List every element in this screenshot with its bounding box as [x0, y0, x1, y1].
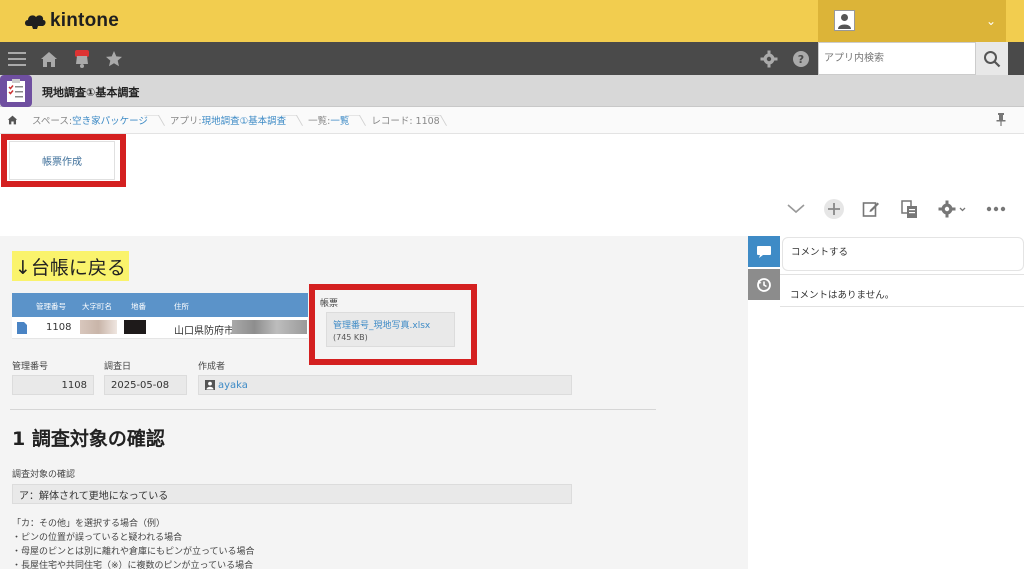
user-icon: [205, 380, 215, 390]
gear-icon[interactable]: [757, 47, 781, 71]
redacted-town: [80, 320, 117, 334]
user-menu[interactable]: ⌄: [818, 0, 1006, 42]
comment-input[interactable]: コメントする: [782, 237, 1024, 271]
star-icon[interactable]: [102, 47, 126, 71]
app-search-field[interactable]: [818, 42, 976, 75]
breadcrumb-record: レコード: 1108: [363, 107, 443, 134]
related-records-table: 管理番号 大字町名 地番 住所 1108 山口県防府市: [12, 293, 308, 339]
record-detail-icon[interactable]: [17, 322, 27, 337]
search-icon: [984, 50, 1001, 67]
back-to-ledger-label: ↓台帳に戻る: [12, 251, 129, 281]
more-icon[interactable]: [985, 198, 1007, 220]
table-row[interactable]: 1108 山口県防府市: [12, 317, 308, 339]
section-divider: [10, 409, 656, 410]
breadcrumb-app-link[interactable]: 現地調査①基本調査: [202, 113, 287, 127]
home-icon[interactable]: [37, 47, 61, 71]
search-button[interactable]: [976, 42, 1008, 75]
column-header-address: 住所: [174, 302, 189, 311]
comment-input-placeholder: コメントする: [791, 247, 849, 258]
history-tab[interactable]: [748, 269, 780, 300]
breadcrumb: スペース: 空き家パッケージ アプリ: 現地調査①基本調査 一覧: 一覧 レコー…: [0, 107, 1024, 134]
id-field-label: 管理番号: [12, 362, 49, 372]
breadcrumb-space-prefix: スペース:: [32, 116, 73, 127]
author-link[interactable]: ayaka: [218, 380, 248, 391]
app-header: 現地調査①基本調査: [0, 75, 1024, 107]
breadcrumb-space: スペース: 空き家パッケージ: [24, 107, 162, 134]
chevron-down-icon[interactable]: [785, 198, 807, 220]
related-records-header: 管理番号 大字町名 地番 住所: [12, 293, 308, 317]
edit-icon[interactable]: [860, 198, 882, 220]
column-header-id: 管理番号: [36, 302, 66, 311]
comment-panel: コメントする コメントはありません。: [780, 236, 1024, 569]
kintone-cloud-icon: [25, 15, 46, 29]
date-field-label: 調査日: [104, 362, 132, 372]
comment-icon: [757, 245, 771, 258]
gear-icon[interactable]: [936, 198, 970, 220]
section-title: 1 調査対象の確認: [12, 428, 165, 450]
copy-icon[interactable]: [898, 198, 920, 220]
menu-icon[interactable]: [5, 47, 29, 71]
target-field-label: 調査対象の確認: [12, 470, 76, 480]
breadcrumb-app-prefix: アプリ:: [169, 116, 202, 127]
author-field-value: ayaka: [198, 375, 572, 395]
notification-bell-icon[interactable]: [70, 47, 94, 71]
breadcrumb-space-link[interactable]: 空き家パッケージ: [72, 113, 148, 127]
history-icon: [757, 277, 771, 292]
redacted-lot: [124, 320, 146, 334]
author-field-label: 作成者: [198, 362, 226, 372]
comment-tab[interactable]: [748, 236, 780, 267]
breadcrumb-view-prefix: 一覧:: [308, 116, 331, 127]
id-field-value: 1108: [12, 375, 94, 395]
note-line: ・長屋住宅や共同住宅（※）に複数のピンが立っている場合: [12, 561, 254, 569]
note-line: ・ピンの位置が誤っていると疑われる場合: [12, 533, 183, 543]
home-icon[interactable]: [0, 107, 24, 134]
comment-divider: [780, 306, 1024, 307]
highlight-box: [1, 134, 126, 187]
svg-text:?: ?: [798, 53, 804, 66]
help-icon[interactable]: ?: [789, 47, 813, 71]
app-title[interactable]: 現地調査①基本調査: [42, 84, 139, 100]
kintone-logo[interactable]: kintone: [24, 10, 119, 32]
checklist-app-icon[interactable]: [0, 75, 32, 107]
add-icon[interactable]: [823, 198, 845, 220]
user-icon: [834, 10, 855, 31]
breadcrumb-view: 一覧: 一覧: [300, 107, 363, 134]
comment-divider: [780, 274, 1024, 275]
column-header-town: 大字町名: [82, 302, 112, 311]
note-line: ・母屋のピンとは別に離れや倉庫にもピンが立っている場合: [12, 547, 255, 557]
no-comments-text: コメントはありません。: [790, 290, 895, 301]
row-address: 山口県防府市: [174, 326, 234, 337]
note-line: 「カ：その他」を選択する場合（例）: [12, 519, 166, 529]
column-header-lot: 地番: [131, 302, 146, 311]
row-id: 1108: [46, 322, 72, 333]
global-navbar: ?: [0, 42, 1024, 75]
search-input[interactable]: [819, 43, 975, 74]
highlight-box: [309, 284, 477, 365]
target-field-value: ア：解体されて更地になっている: [12, 484, 572, 504]
breadcrumb-view-link[interactable]: 一覧: [330, 113, 349, 127]
chevron-down-icon[interactable]: ⌄: [986, 14, 996, 28]
date-field-value: 2025-05-08: [104, 375, 187, 395]
pin-icon[interactable]: [996, 113, 1006, 129]
redacted-address: [232, 320, 307, 334]
logo-text: kintone: [50, 10, 119, 31]
breadcrumb-app: アプリ: 現地調査①基本調査: [162, 107, 300, 134]
top-header: kintone ⌄: [0, 0, 1024, 42]
breadcrumb-record-label: レコード: 1108: [371, 116, 440, 127]
